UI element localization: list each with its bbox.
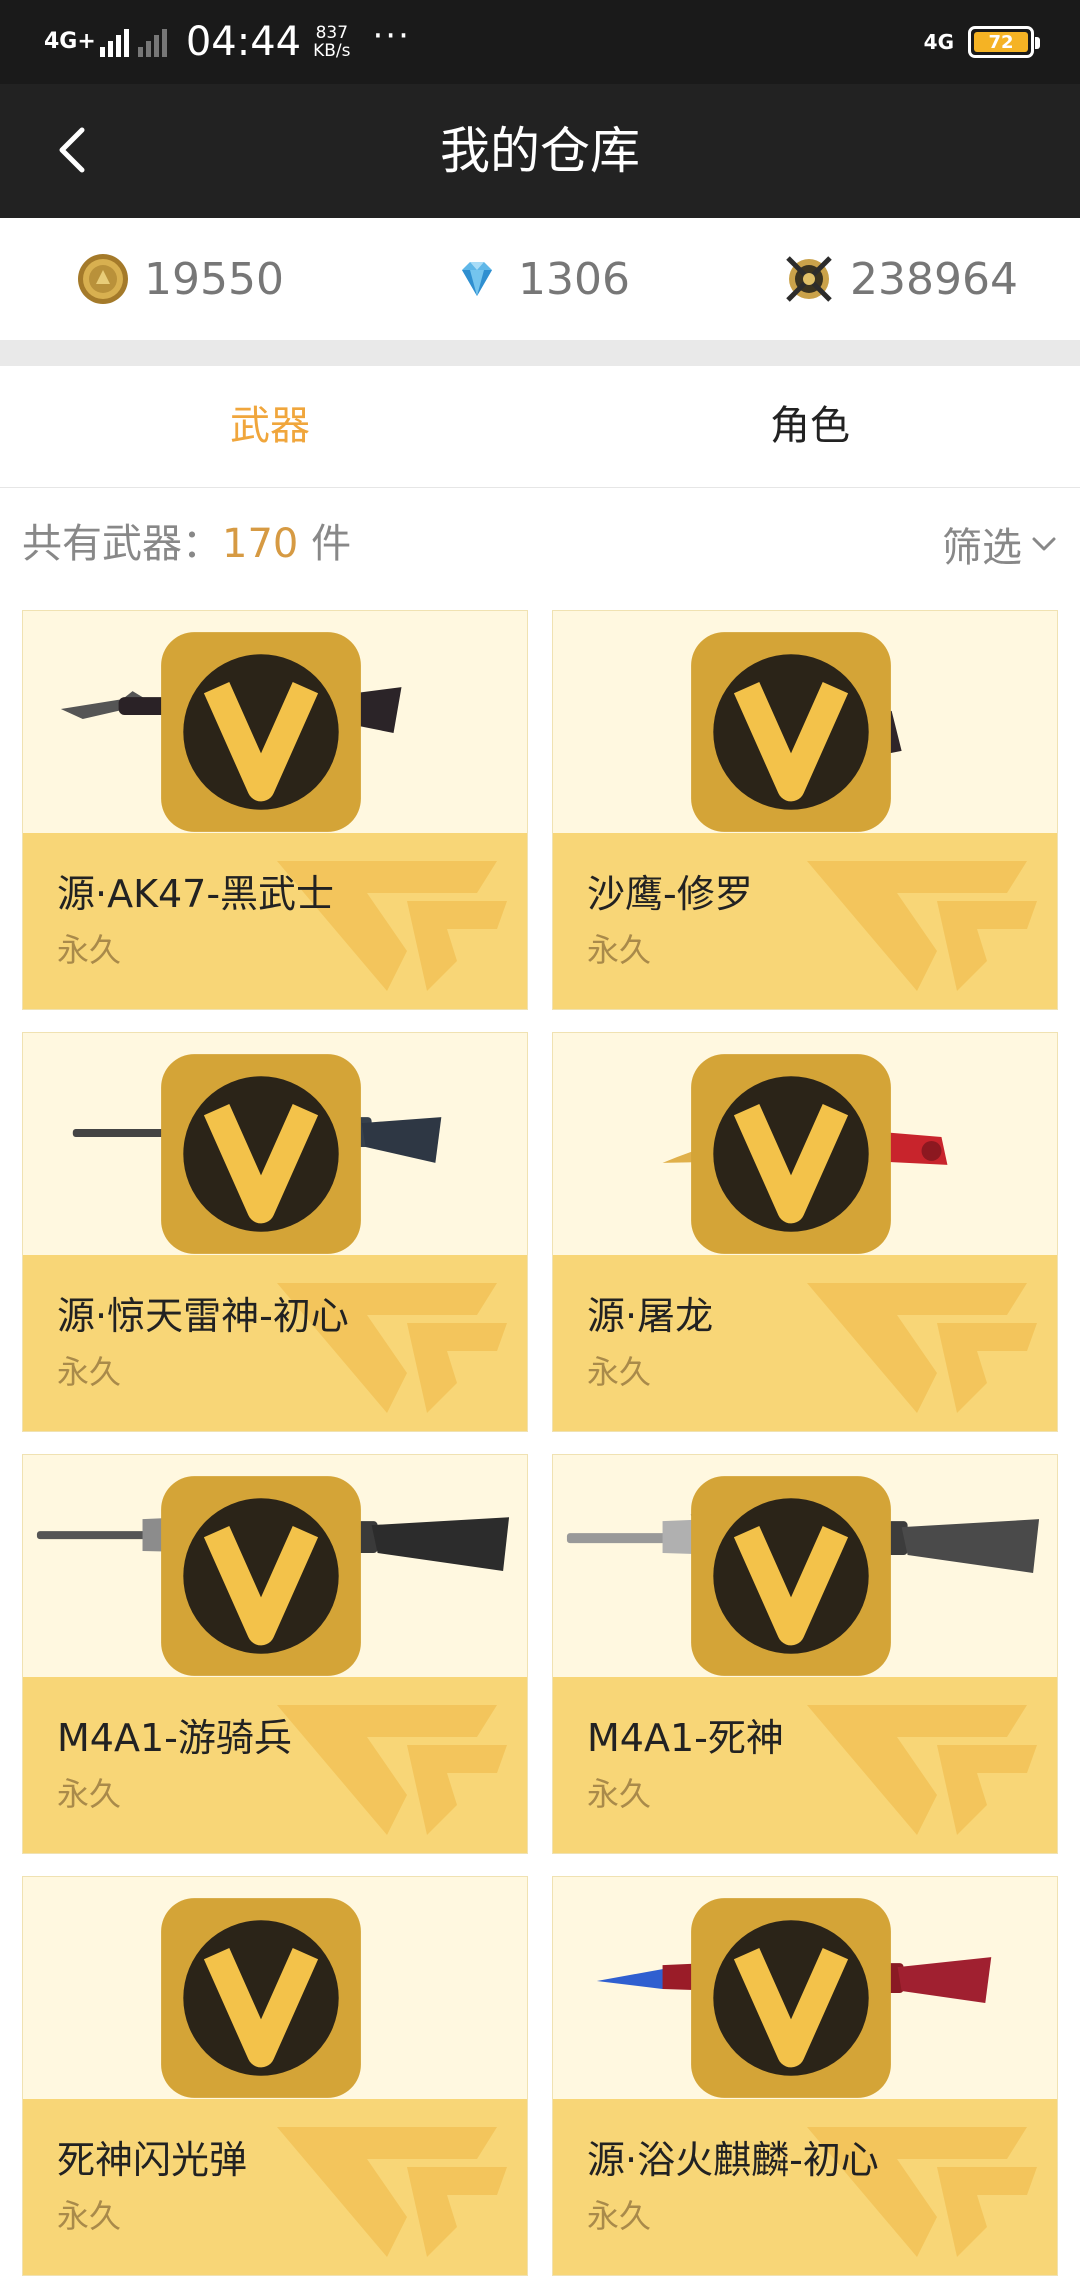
count-number: 170 <box>222 521 299 567</box>
summary-row: 共有武器：170 件 筛选 <box>0 488 1080 600</box>
item-info: 源·屠龙 永久 <box>553 1255 1057 1431</box>
item-name: 源·AK47-黑武士 <box>57 872 335 916</box>
status-bar: 4G+ 04:44 837 KB/s ··· 4G 72 <box>0 0 1080 84</box>
item-card[interactable]: 源·惊天雷神-初心 永久 <box>22 1032 528 1432</box>
cf-logo-watermark-icon <box>807 1283 1037 1413</box>
crossed-swords-emblem-icon <box>786 256 832 302</box>
item-image <box>23 1877 527 2099</box>
item-name: 死神闪光弹 <box>57 2138 248 2182</box>
tab-weapons[interactable]: 武器 <box>0 366 540 487</box>
honor-value: 238964 <box>850 253 1018 305</box>
status-right: 4G 72 <box>923 0 1040 84</box>
vip-badge-icon <box>161 1898 361 2098</box>
weapon-count: 共有武器：170 件 <box>22 488 351 600</box>
vip-badge-icon <box>161 1476 361 1676</box>
item-duration: 永久 <box>587 931 652 969</box>
item-duration: 永久 <box>57 2197 122 2235</box>
item-card[interactable]: M4A1-游骑兵 永久 <box>22 1454 528 1854</box>
item-name: M4A1-死神 <box>587 1716 784 1760</box>
item-duration: 永久 <box>57 931 122 969</box>
currency-honor: 238964 <box>720 218 1080 340</box>
vip-badge-icon <box>691 1054 891 1254</box>
network-type: 4G+ <box>44 29 96 54</box>
nav-bar: 我的仓库 <box>0 84 1080 218</box>
chevron-down-icon <box>1032 537 1056 551</box>
item-duration: 永久 <box>57 1775 122 1813</box>
tab-bar: 武器 角色 <box>0 366 1080 488</box>
currency-diamond: 1306 <box>360 218 720 340</box>
item-card[interactable]: 源·浴火麒麟-初心 永久 <box>552 1876 1058 2276</box>
cf-logo-watermark-icon <box>277 2127 507 2257</box>
item-card[interactable]: 源·屠龙 永久 <box>552 1032 1058 1432</box>
item-card[interactable]: 死神闪光弹 永久 <box>22 1876 528 2276</box>
signal-2-icon <box>137 27 170 57</box>
vip-badge-icon <box>691 632 891 832</box>
item-image <box>553 1033 1057 1255</box>
item-info: 源·AK47-黑武士 永久 <box>23 833 527 1009</box>
filter-button[interactable]: 筛选 <box>942 488 1058 600</box>
vip-badge-icon <box>161 632 361 832</box>
item-name: 源·浴火麒麟-初心 <box>587 2138 879 2182</box>
item-image <box>23 1033 527 1255</box>
item-grid: 源·AK47-黑武士 永久 沙鹰-修罗 永久 源·惊天雷神-初心 永久 源·屠龙… <box>22 610 1058 2276</box>
item-info: 源·浴火麒麟-初心 永久 <box>553 2099 1057 2275</box>
item-image <box>553 611 1057 833</box>
item-image <box>23 611 527 833</box>
currency-bar: 19550 1306 238964 <box>0 218 1080 340</box>
page-title: 我的仓库 <box>440 122 640 180</box>
more-dots-icon: ··· <box>372 16 411 56</box>
cf-logo-watermark-icon <box>807 861 1037 991</box>
item-duration: 永久 <box>57 1353 122 1391</box>
chevron-left-icon <box>59 127 85 173</box>
item-info: 沙鹰-修罗 永久 <box>553 833 1057 1009</box>
item-info: 死神闪光弹 永久 <box>23 2099 527 2275</box>
item-info: 源·惊天雷神-初心 永久 <box>23 1255 527 1431</box>
item-card[interactable]: M4A1-死神 永久 <box>552 1454 1058 1854</box>
item-image <box>23 1455 527 1677</box>
vip-badge-icon <box>691 1476 891 1676</box>
cf-logo-watermark-icon <box>277 1705 507 1835</box>
network-speed: 837 KB/s <box>313 24 350 60</box>
status-left: 4G+ 04:44 837 KB/s ··· <box>44 0 411 84</box>
signal-icon <box>99 27 132 57</box>
status-time: 04:44 <box>185 19 302 65</box>
vip-badge-icon <box>161 1054 361 1254</box>
gold-coin-icon <box>78 254 128 304</box>
diamond-value: 1306 <box>518 253 630 305</box>
battery-icon: 72 <box>968 26 1040 58</box>
network-speed-unit: KB/s <box>313 41 351 61</box>
item-duration: 永久 <box>587 2197 652 2235</box>
item-image <box>553 1877 1057 2099</box>
item-name: 源·屠龙 <box>587 1294 714 1338</box>
back-button[interactable] <box>44 120 104 180</box>
item-card[interactable]: 沙鹰-修罗 永久 <box>552 610 1058 1010</box>
item-info: M4A1-死神 永久 <box>553 1677 1057 1853</box>
item-info: M4A1-游骑兵 永久 <box>23 1677 527 1853</box>
item-name: M4A1-游骑兵 <box>57 1716 292 1760</box>
item-card[interactable]: 源·AK47-黑武士 永久 <box>22 610 528 1010</box>
item-image <box>553 1455 1057 1677</box>
section-divider <box>0 340 1080 366</box>
filter-label: 筛选 <box>942 525 1022 571</box>
count-prefix: 共有武器： <box>22 521 222 567</box>
network-speed-value: 837 <box>315 23 349 43</box>
network-type-right: 4G <box>923 30 954 54</box>
diamond-icon <box>462 262 492 296</box>
currency-gold: 19550 <box>0 218 360 340</box>
count-suffix: 件 <box>298 521 352 567</box>
item-duration: 永久 <box>587 1775 652 1813</box>
item-duration: 永久 <box>587 1353 652 1391</box>
tab-characters[interactable]: 角色 <box>540 366 1080 487</box>
cf-logo-watermark-icon <box>807 1705 1037 1835</box>
item-name: 源·惊天雷神-初心 <box>57 1294 349 1338</box>
item-name: 沙鹰-修罗 <box>587 872 753 916</box>
battery-level: 72 <box>974 32 1028 53</box>
gold-value: 19550 <box>144 253 284 305</box>
vip-badge-icon <box>691 1898 891 2098</box>
